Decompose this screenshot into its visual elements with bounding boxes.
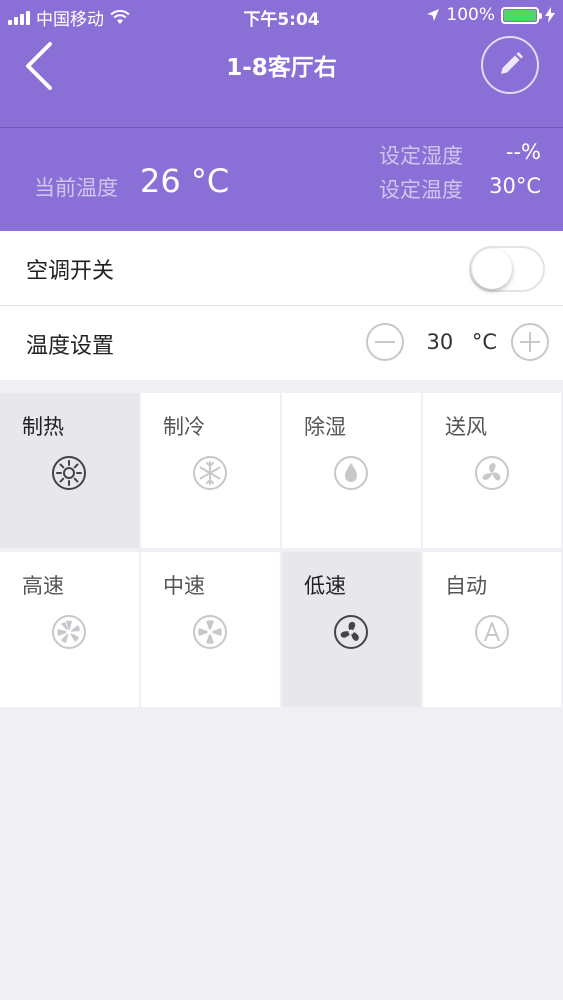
toggle-knob (472, 249, 512, 289)
current-temp-label: 当前温度 (34, 176, 118, 200)
auto-a-icon (475, 615, 509, 649)
set-humidity-value: --% (505, 140, 541, 164)
temp-setting-value: 30 (426, 330, 454, 354)
fan-speed-high[interactable]: 高速 (0, 552, 139, 707)
minus-icon (374, 341, 395, 343)
decrease-temp-button[interactable] (365, 323, 404, 361)
fan-auto-label: 自动 (445, 574, 487, 598)
navigation-bar: 1-8客厅右 (0, 32, 563, 128)
fan-medium-label: 中速 (163, 574, 205, 598)
location-arrow-icon (427, 9, 440, 21)
battery-percent: 100% (446, 5, 495, 25)
battery-icon (501, 6, 542, 24)
increase-temp-button[interactable] (511, 323, 549, 361)
status-right: 100% (426, 5, 555, 25)
power-label: 空调开关 (26, 259, 115, 284)
mode-fan[interactable]: 送风 (423, 393, 561, 548)
mode-fan-label: 送风 (445, 415, 487, 439)
pencil-icon (501, 52, 523, 74)
status-bar: 中国移动 下午5:04 100% (0, 0, 563, 32)
fan-swirl-icon (475, 456, 509, 490)
temp-setting-row: 温度设置 30 °C (0, 306, 563, 380)
set-humidity-label: 设定湿度 (379, 144, 463, 168)
mode-grid: 制热 制冷 除湿 送风 高速 中速 低速 自动 (0, 393, 563, 709)
header: 中国移动 下午5:04 100% 1-8客厅右 当前温度 26 °C 设定湿度 … (0, 0, 563, 231)
edit-button[interactable] (481, 36, 539, 94)
fan-speed-auto[interactable]: 自动 (423, 552, 561, 707)
fan-speed-low[interactable]: 低速 (282, 552, 421, 707)
current-temp-value: 26 °C (140, 162, 230, 200)
page-title: 1-8客厅右 (226, 55, 337, 81)
temp-setting-unit: °C (471, 330, 497, 354)
power-row: 空调开关 (0, 231, 563, 305)
mode-cool-label: 制冷 (163, 415, 205, 439)
droplet-icon (334, 456, 368, 490)
temperature-info: 当前温度 26 °C 设定湿度 --% 设定温度 30°C (0, 96, 563, 231)
temp-setting-label: 温度设置 (26, 334, 115, 359)
fan-speed-medium[interactable]: 中速 (141, 552, 280, 707)
mode-dehumidify[interactable]: 除湿 (282, 393, 421, 548)
set-temp-value: 30°C (489, 174, 541, 198)
fan-low-icon (334, 615, 368, 649)
snowflake-icon (193, 456, 227, 490)
charging-bolt-icon (545, 7, 555, 23)
temp-stepper: 30 °C (365, 323, 549, 361)
sun-icon (52, 456, 86, 490)
fan-medium-icon (193, 615, 227, 649)
plus-icon-v (529, 332, 531, 352)
mode-heat-label: 制热 (22, 415, 64, 439)
fan-high-label: 高速 (22, 574, 64, 598)
set-humidity-row: 设定湿度 --% (379, 140, 541, 170)
mode-heat[interactable]: 制热 (0, 393, 139, 548)
set-temp-row: 设定温度 30°C (379, 174, 541, 204)
mode-dehumidify-label: 除湿 (304, 415, 346, 439)
fan-low-label: 低速 (304, 574, 346, 598)
mode-cool[interactable]: 制冷 (141, 393, 280, 548)
set-temp-label: 设定温度 (379, 178, 463, 202)
power-toggle[interactable] (469, 246, 545, 292)
fan-high-icon (52, 615, 86, 649)
